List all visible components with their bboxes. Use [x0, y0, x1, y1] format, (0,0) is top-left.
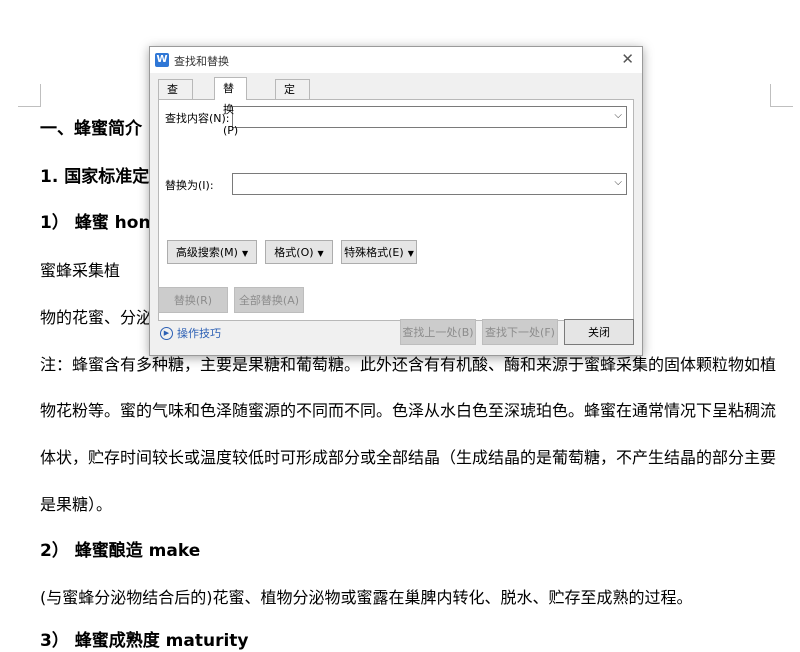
format-label: 格式(O) — [274, 246, 314, 259]
special-format-label: 特殊格式(E) — [344, 246, 404, 259]
doc-heading-3[interactable]: 1） 蜂蜜 hone — [40, 212, 162, 234]
caret-down-icon: ▼ — [241, 249, 249, 258]
chevron-down-icon[interactable]: ⌵ — [614, 177, 622, 188]
find-label: 查找内容(N): — [165, 112, 230, 125]
special-format-button[interactable]: 特殊格式(E) ▼ — [341, 240, 417, 264]
wps-writer-icon: W — [155, 53, 169, 67]
advanced-search-button[interactable]: 高级搜索(M) ▼ — [167, 240, 257, 264]
replace-all-button[interactable]: 全部替换(A) — [234, 287, 304, 313]
doc-paragraph[interactable]: 是果糖）。 — [40, 494, 112, 516]
crop-mark-right — [770, 84, 793, 107]
dialog-titlebar[interactable]: W 查找和替换 ✕ — [150, 47, 642, 73]
advanced-search-label: 高级搜索(M) — [175, 246, 238, 259]
chevron-down-icon[interactable]: ⌵ — [614, 110, 622, 121]
replace-label: 替换为(I): — [165, 179, 214, 192]
tab-replace[interactable]: 替换(P) — [214, 77, 248, 137]
tab-goto[interactable]: 定位(G) — [275, 79, 311, 134]
doc-paragraph[interactable]: 注：蜂蜜含有多种糖，主要是果糖和葡萄糖。此外还含有有机酸、酶和来源于蜜蜂采集的固… — [40, 354, 776, 376]
caret-down-icon: ▼ — [317, 249, 324, 258]
play-icon: ▶ — [160, 326, 173, 340]
doc-paragraph[interactable]: 蜜蜂采集植 — [40, 260, 120, 282]
close-button[interactable]: 关闭 — [564, 319, 634, 345]
doc-heading-4[interactable]: 2） 蜂蜜酿造 make — [40, 540, 200, 562]
replace-input[interactable]: ⌵ — [232, 173, 627, 195]
doc-paragraph[interactable]: 体状，贮存时间较长或温度较低时可形成部分或全部结晶（生成结晶的是葡萄糖，不产生结… — [40, 447, 776, 469]
find-next-button[interactable]: 查找下一处(F) — [482, 319, 558, 345]
close-icon[interactable]: ✕ — [621, 50, 634, 68]
crop-mark-left — [18, 84, 41, 107]
replace-button[interactable]: 替换(R) — [158, 287, 228, 313]
doc-heading-2[interactable]: 1. 国家标准定 — [40, 166, 149, 188]
caret-down-icon: ▼ — [407, 249, 414, 258]
doc-heading-5[interactable]: 3） 蜂蜜成熟度 maturity — [40, 630, 249, 652]
format-button[interactable]: 格式(O) ▼ — [265, 240, 333, 264]
find-previous-button[interactable]: 查找上一处(B) — [400, 319, 476, 345]
doc-paragraph[interactable]: (与蜜蜂分泌物结合后的)花蜜、植物分泌物或蜜露在巢脾内转化、脱水、贮存至成熟的过… — [40, 587, 693, 609]
dialog-title: 查找和替换 — [174, 55, 229, 68]
doc-paragraph[interactable]: 物的花蜜、分泌 — [40, 307, 152, 329]
find-replace-dialog: W 查找和替换 ✕ 查找(D) 替换(P) 定位(G) 查找内容(N): ⌵ 替… — [149, 46, 643, 356]
tips-link[interactable]: ▶ 操作技巧 — [160, 325, 221, 341]
tips-label: 操作技巧 — [177, 327, 221, 340]
doc-paragraph[interactable]: 物花粉等。蜜的气味和色泽随蜜源的不同而不同。色泽从水白色至深琥珀色。蜂蜜在通常情… — [40, 400, 776, 422]
doc-heading-1[interactable]: 一、蜂蜜简介 — [40, 118, 142, 140]
find-input[interactable]: ⌵ — [232, 106, 627, 128]
tab-find[interactable]: 查找(D) — [158, 79, 194, 134]
